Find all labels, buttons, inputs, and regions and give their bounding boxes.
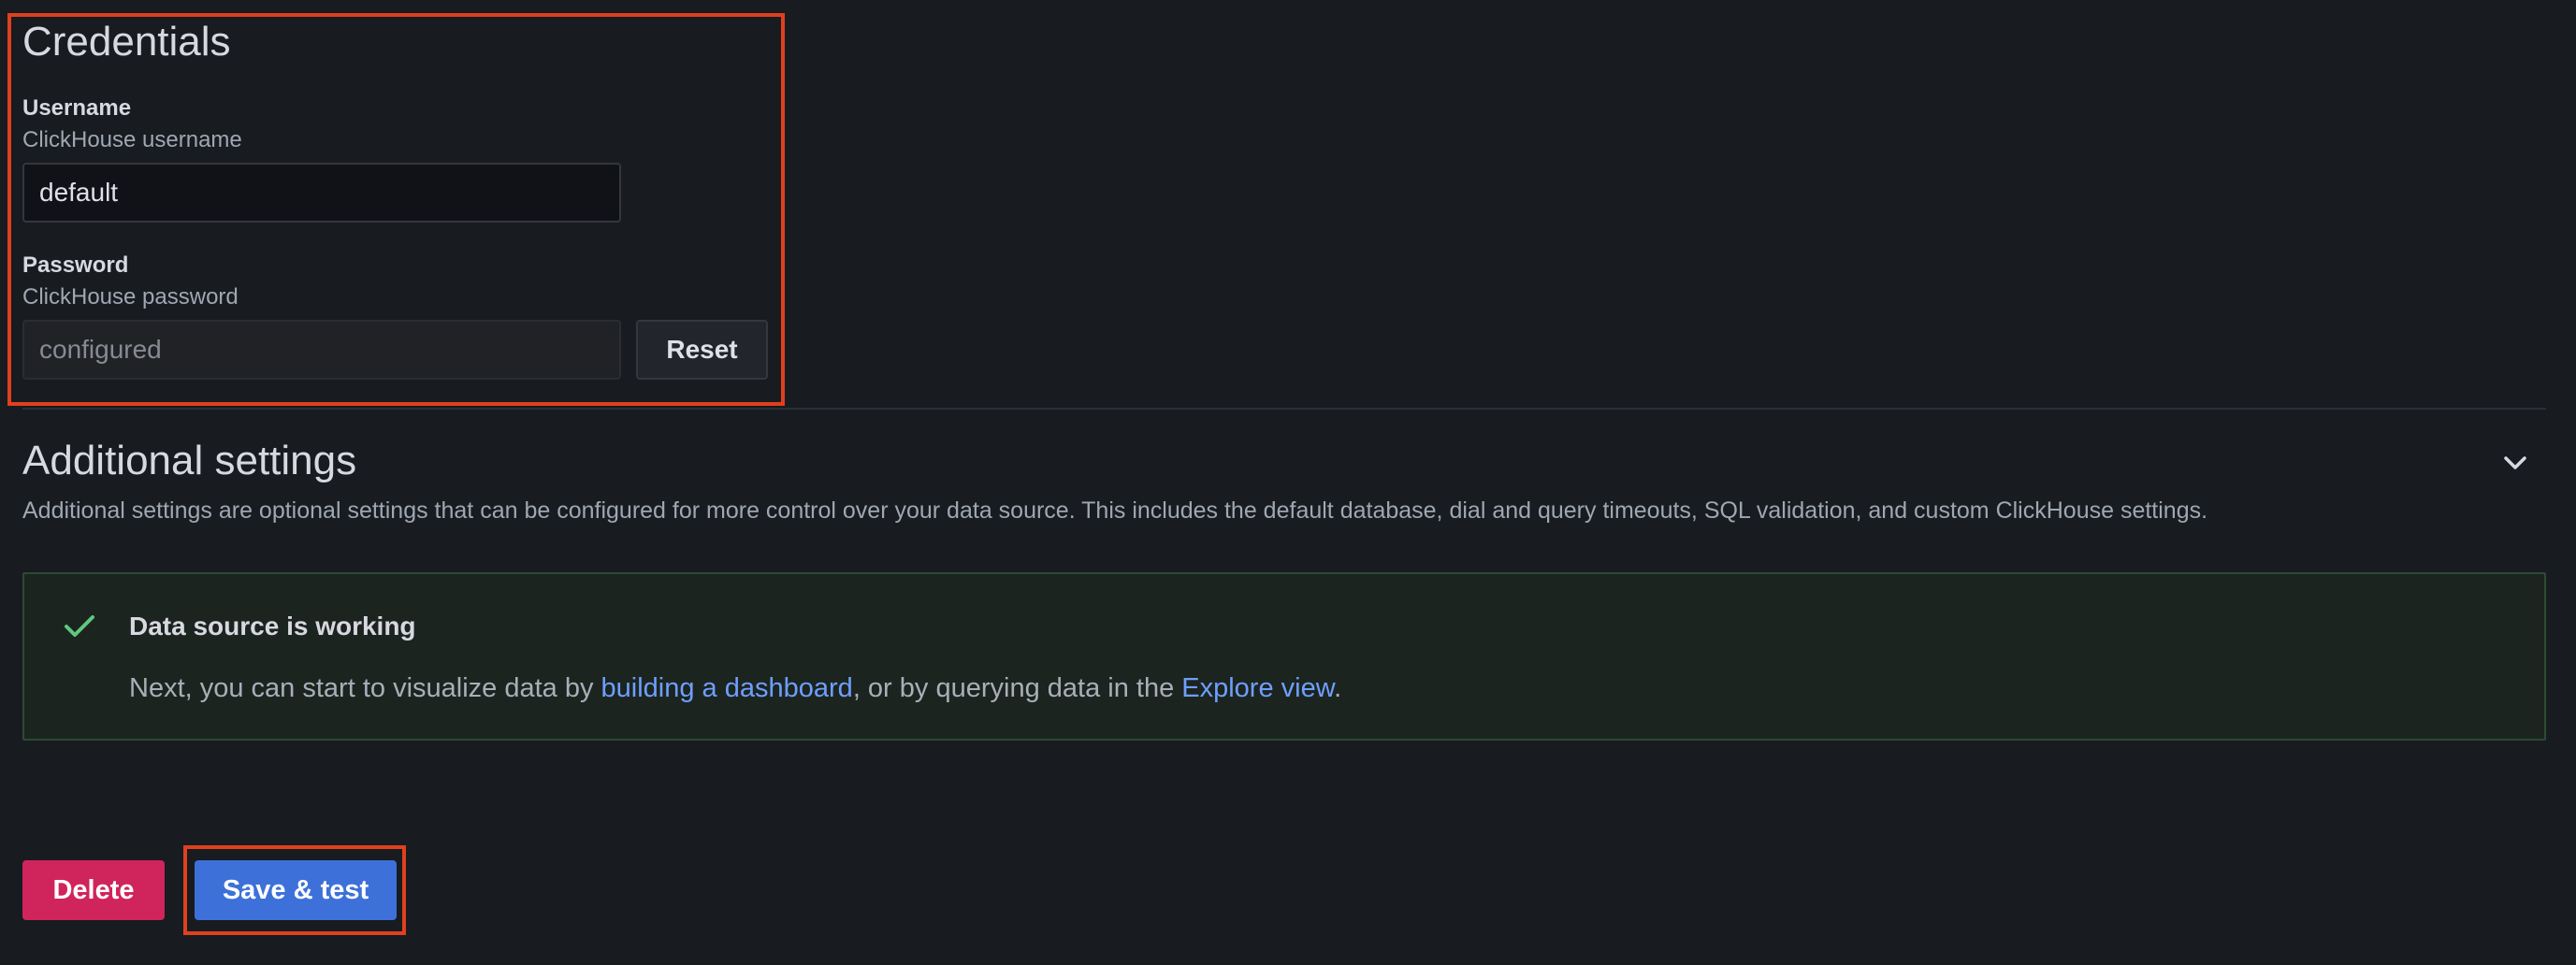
username-label: Username: [22, 95, 132, 121]
password-value: configured: [39, 335, 162, 364]
delete-button[interactable]: Delete: [22, 860, 165, 920]
password-label: Password: [22, 252, 129, 278]
alert-title: Data source is working: [129, 612, 416, 641]
section-divider: [22, 408, 2546, 410]
success-alert: Data source is working Next, you can sta…: [22, 572, 2546, 741]
username-input[interactable]: default: [22, 163, 621, 223]
datasource-settings-page: Credentials Username ClickHouse username…: [0, 0, 2576, 965]
additional-settings-description: Additional settings are optional setting…: [22, 497, 2208, 524]
check-icon: [64, 613, 95, 640]
save-and-test-button[interactable]: Save & test: [195, 860, 397, 920]
password-description: ClickHouse password: [22, 284, 239, 310]
additional-settings-title[interactable]: Additional settings: [22, 438, 356, 484]
alert-text-middle: , or by querying data in the: [852, 673, 1182, 703]
alert-text-before: Next, you can start to visualize data by: [129, 673, 601, 703]
explore-view-link[interactable]: Explore view: [1181, 673, 1334, 703]
chevron-down-icon[interactable]: [2501, 449, 2529, 477]
alert-message: Next, you can start to visualize data by…: [129, 673, 1341, 704]
building-dashboard-link[interactable]: building a dashboard: [601, 673, 853, 703]
alert-text-after: .: [1334, 673, 1342, 703]
username-value: default: [39, 178, 119, 207]
credentials-title: Credentials: [22, 19, 231, 65]
password-input: configured: [22, 320, 621, 380]
username-description: ClickHouse username: [22, 127, 242, 152]
reset-password-button[interactable]: Reset: [636, 320, 768, 380]
